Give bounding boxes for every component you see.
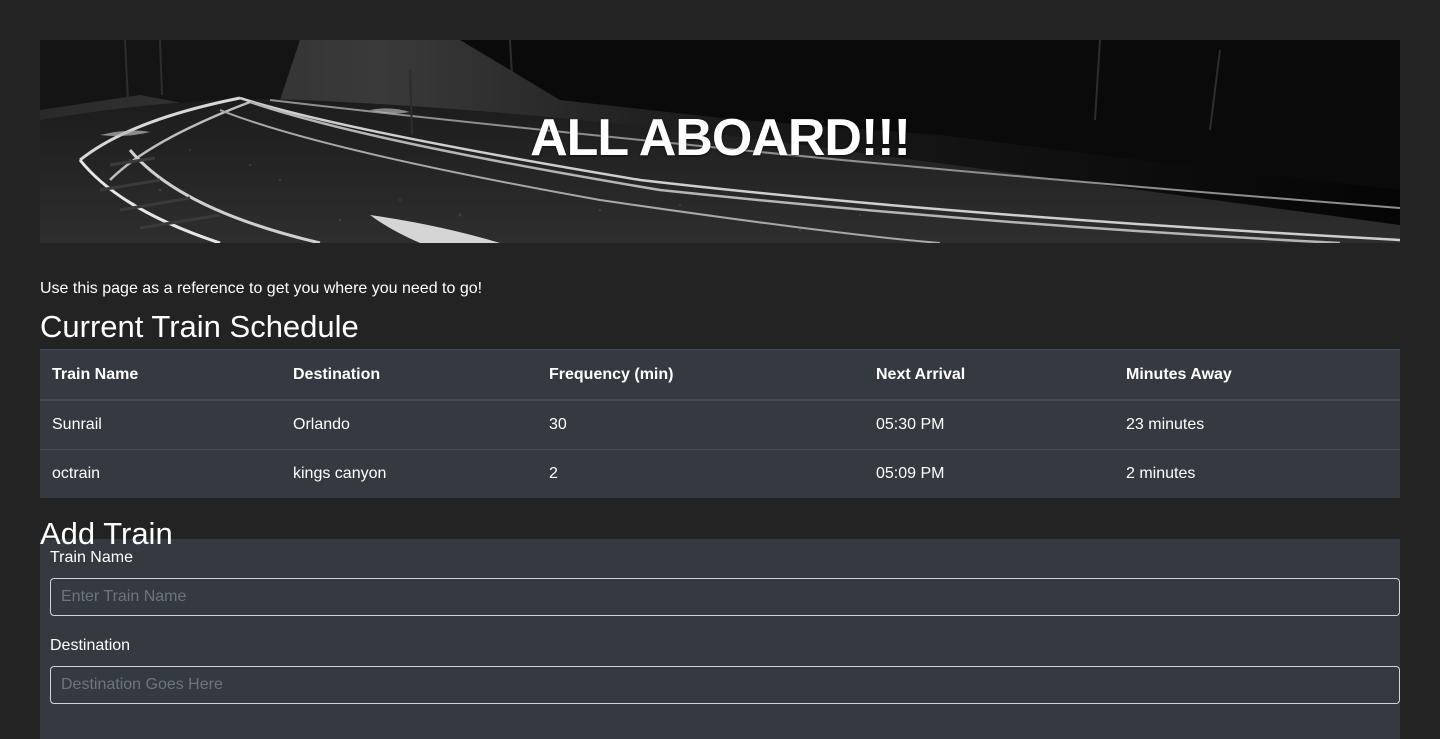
cell-train-name: Sunrail: [40, 399, 281, 450]
cell-destination: kings canyon: [281, 449, 537, 498]
cell-minutes-away: 2 minutes: [1114, 449, 1400, 498]
table-header-row: Train Name Destination Frequency (min) N…: [40, 349, 1400, 401]
cell-train-name: octrain: [40, 449, 281, 498]
column-header-frequency: Frequency (min): [537, 349, 864, 401]
column-header-minutes-away: Minutes Away: [1114, 349, 1400, 401]
column-header-train-name: Train Name: [40, 349, 281, 401]
train-schedule-table: Train Name Destination Frequency (min) N…: [40, 349, 1400, 498]
cell-frequency: 2: [537, 449, 864, 498]
schedule-title: Current Train Schedule: [40, 309, 359, 344]
destination-input[interactable]: [50, 666, 1400, 704]
add-train-form: Train Name Destination: [40, 539, 1400, 739]
column-header-destination: Destination: [281, 349, 537, 401]
form-group-destination: Destination: [40, 636, 1400, 704]
column-header-next-arrival: Next Arrival: [864, 349, 1114, 401]
table-row: octrain kings canyon 2 05:09 PM 2 minute…: [40, 449, 1400, 498]
cell-next-arrival: 05:09 PM: [864, 449, 1114, 498]
form-group-train-name: Train Name: [40, 548, 1400, 616]
cell-minutes-away: 23 minutes: [1114, 399, 1400, 450]
intro-text: Use this page as a reference to get you …: [40, 280, 483, 297]
cell-destination: Orlando: [281, 399, 537, 450]
table-row: Sunrail Orlando 30 05:30 PM 23 minutes: [40, 399, 1400, 450]
train-name-label: Train Name: [50, 549, 133, 566]
cell-frequency: 30: [537, 399, 864, 450]
train-name-input[interactable]: [50, 578, 1400, 616]
hero-banner: ALL ABOARD!!!: [40, 40, 1400, 243]
main-container: ALL ABOARD!!! Use this page as a referen…: [40, 40, 1400, 739]
cell-next-arrival: 05:30 PM: [864, 399, 1114, 450]
destination-label: Destination: [50, 637, 131, 654]
banner-heading: ALL ABOARD!!!: [530, 109, 911, 167]
